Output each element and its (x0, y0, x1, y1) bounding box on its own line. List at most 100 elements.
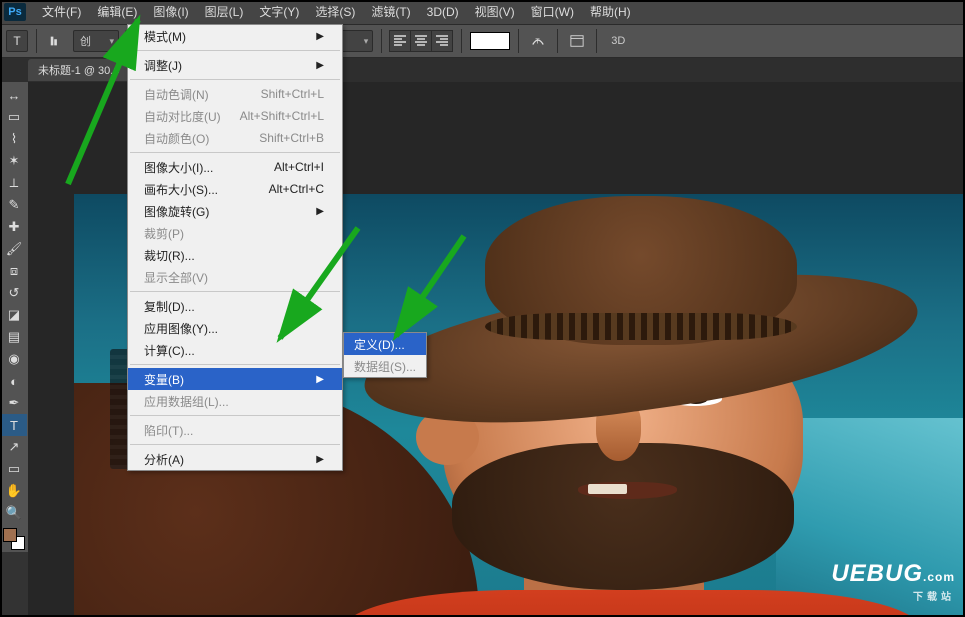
app-logo: Ps (4, 3, 26, 21)
menu-item[interactable]: 模式(M) ▶ (128, 25, 342, 47)
tool-hand[interactable]: ✋ (1, 480, 27, 502)
menu-item: 自动色调(N)Shift+Ctrl+L (128, 83, 342, 105)
tool-type[interactable]: T (1, 414, 27, 436)
tool-marquee[interactable]: ▭ (1, 106, 27, 128)
menu-filter[interactable]: 滤镜(T) (363, 0, 418, 24)
tool-heal[interactable]: ✚ (1, 216, 27, 238)
menu-image[interactable]: 图像(I) (145, 0, 196, 24)
menu-divider (130, 152, 340, 153)
menu-item-shortcut: Shift+Ctrl+B (259, 131, 324, 145)
menu-item-label: 自动对比度(U) (144, 108, 221, 125)
menu-item-label: 图像旋转(G) (144, 203, 209, 220)
menu-item: 显示全部(V) (128, 266, 342, 288)
menu-item-label: 裁剪(P) (144, 225, 184, 242)
submenu-arrow-icon: ▶ (316, 31, 324, 42)
tool-pen[interactable]: ✒ (1, 392, 27, 414)
menu-item-label: 应用图像(Y)... (144, 320, 218, 337)
submenu-arrow-icon: ▶ (316, 374, 324, 385)
tool-preset-button[interactable]: T (6, 30, 28, 52)
menu-item[interactable]: 应用图像(Y)... (128, 317, 342, 339)
separator (596, 29, 597, 53)
menu-item-label: 裁切(R)... (144, 247, 195, 264)
tool-lasso[interactable]: ⌇ (1, 128, 27, 150)
menubar: Ps 文件(F) 编辑(E) 图像(I) 图层(L) 文字(Y) 选择(S) 滤… (0, 0, 965, 24)
tool-path[interactable]: ↗ (1, 436, 27, 458)
menu-item[interactable]: 复制(D)... (128, 295, 342, 317)
tool-gradient[interactable]: ▤ (1, 326, 27, 348)
menu-item-label: 显示全部(V) (144, 269, 208, 286)
svg-text:T: T (536, 39, 541, 46)
tool-crop[interactable]: ⟂ (1, 172, 27, 194)
menu-item-label: 画布大小(S)... (144, 181, 218, 198)
warp-text-button[interactable]: T (527, 30, 549, 52)
menu-item[interactable]: 图像旋转(G) ▶ (128, 200, 342, 222)
menu-item-shortcut: Alt+Ctrl+I (274, 160, 324, 174)
tool-history[interactable]: ↺ (1, 282, 27, 304)
menu-edit[interactable]: 编辑(E) (89, 0, 145, 24)
align-left-button[interactable] (389, 30, 411, 52)
color-swatches[interactable] (3, 528, 25, 550)
menu-select[interactable]: 选择(S) (307, 0, 363, 24)
menu-item-label: 分析(A) (144, 451, 184, 468)
text-color-swatch[interactable] (470, 32, 510, 50)
watermark-tag: 下载站 (831, 588, 955, 603)
menu-item-shortcut: Alt+Ctrl+C (269, 182, 324, 196)
separator (557, 29, 558, 53)
menu-item[interactable]: 裁切(R)... (128, 244, 342, 266)
menu-3d[interactable]: 3D(D) (419, 0, 467, 24)
submenu-item: 数据组(S)... (344, 355, 426, 377)
tool-eyedrop[interactable]: ✎ (1, 194, 27, 216)
menu-layer[interactable]: 图层(L) (197, 0, 252, 24)
variable-submenu: 定义(D)...数据组(S)... (343, 332, 427, 378)
menu-divider (130, 79, 340, 80)
menu-item[interactable]: 分析(A)▶ (128, 448, 342, 470)
tool-dodge[interactable]: ◐ (1, 370, 27, 392)
menu-help[interactable]: 帮助(H) (582, 0, 639, 24)
text-align-group (390, 30, 453, 52)
tool-zoom[interactable]: 🔍 (1, 502, 27, 524)
menu-item-label: 应用数据组(L)... (144, 393, 229, 410)
menu-view[interactable]: 视图(V) (467, 0, 523, 24)
menu-item: 应用数据组(L)... (128, 390, 342, 412)
submenu-item[interactable]: 定义(D)... (344, 333, 426, 355)
separator (518, 29, 519, 53)
tool-rect[interactable]: ▭ (1, 458, 27, 480)
tool-eraser[interactable]: ◪ (1, 304, 27, 326)
menu-type[interactable]: 文字(Y) (251, 0, 307, 24)
menu-item-shortcut: Alt+Shift+Ctrl+L (240, 109, 324, 123)
menu-window[interactable]: 窗口(W) (523, 0, 582, 24)
tool-move[interactable]: ↔ (1, 84, 27, 106)
watermark-text: UEBUG (831, 560, 923, 587)
tool-brush[interactable]: 🖌 (1, 238, 27, 260)
separator (461, 29, 462, 53)
font-family-select[interactable]: 创 (73, 30, 119, 52)
submenu-arrow-icon: ▶ (316, 206, 324, 217)
menu-item[interactable]: 变量(B)▶ (128, 368, 342, 390)
menu-item-label: 模式(M) (144, 28, 186, 45)
menu-item-label: 计算(C)... (144, 342, 195, 359)
menu-item: 裁剪(P) (128, 222, 342, 244)
align-right-button[interactable] (431, 30, 453, 52)
menu-file[interactable]: 文件(F) (34, 0, 89, 24)
tool-blur[interactable]: ◉ (1, 348, 27, 370)
orientation-toggle-icon[interactable] (45, 30, 67, 52)
tool-wand[interactable]: ✶ (1, 150, 27, 172)
menu-item[interactable]: 图像大小(I)...Alt+Ctrl+I (128, 156, 342, 178)
menu-item[interactable]: 调整(J)▶ (128, 54, 342, 76)
character-panel-button[interactable] (566, 30, 588, 52)
separator (381, 29, 382, 53)
align-center-button[interactable] (410, 30, 432, 52)
photo-beard (452, 443, 794, 589)
submenu-arrow-icon: ▶ (316, 60, 324, 71)
3d-button[interactable]: 3D (605, 35, 631, 47)
menu-item[interactable]: 计算(C)... (128, 339, 342, 361)
menu-divider (130, 50, 340, 51)
photo-hat (362, 185, 920, 452)
photoshop-window: Ps 文件(F) 编辑(E) 图像(I) 图层(L) 文字(Y) 选择(S) 滤… (0, 0, 965, 617)
menu-item[interactable]: 画布大小(S)... Alt+Ctrl+C (128, 178, 342, 200)
image-menu-dropdown: 模式(M)▶调整(J)▶自动色调(N)Shift+Ctrl+L自动对比度(U)A… (127, 24, 343, 471)
menu-divider (130, 291, 340, 292)
tool-stamp[interactable]: ⧈ (1, 260, 27, 282)
menu-divider (130, 415, 340, 416)
menu-item-label: 陷印(T)... (144, 422, 193, 439)
